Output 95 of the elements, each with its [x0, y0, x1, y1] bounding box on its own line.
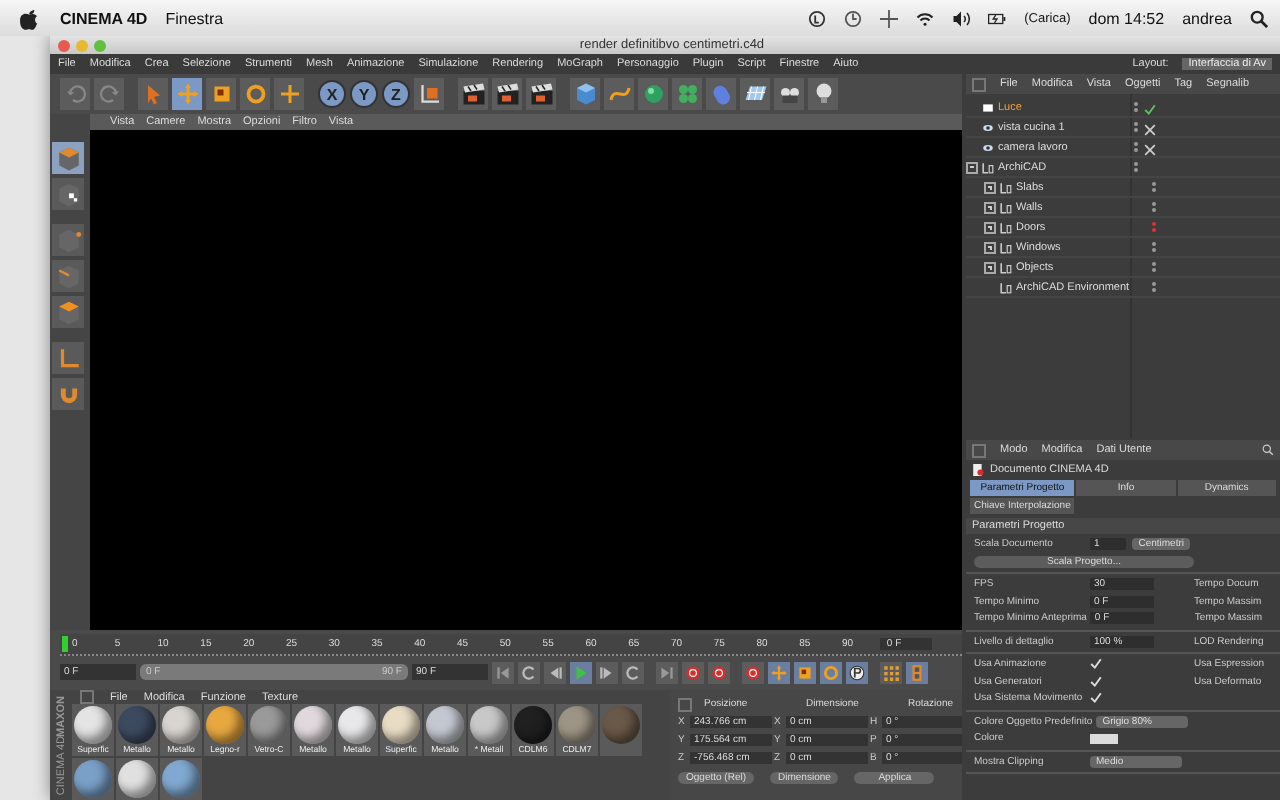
- null-object-icon: [1000, 181, 1012, 193]
- apple-logo-icon[interactable]: [20, 7, 38, 29]
- check-tag-icon[interactable]: [1144, 103, 1156, 115]
- point-cube-icon: [55, 227, 81, 253]
- floor-grid-icon: [743, 82, 767, 106]
- cube-icon: [573, 82, 597, 106]
- app-name-menu[interactable]: CINEMA 4D: [60, 9, 148, 27]
- expand-toggle-icon[interactable]: [984, 181, 996, 193]
- toolbar-button[interactable]: [774, 78, 804, 110]
- record-key-icon: [710, 663, 728, 681]
- status-circle-icon[interactable]: [808, 9, 827, 27]
- null-object-icon: [1000, 281, 1012, 293]
- null-object-icon: [1000, 221, 1012, 233]
- dot-grid-icon: [882, 663, 900, 681]
- clapperboard-icon: [461, 82, 485, 106]
- plus-icon: [277, 82, 301, 106]
- clapperboard-icon: [495, 82, 519, 106]
- menu-item[interactable]: Finestra: [165, 9, 224, 27]
- crosshair-icon[interactable]: [880, 9, 899, 27]
- playback-button[interactable]: [682, 661, 704, 683]
- toolbar-button[interactable]: [458, 78, 488, 110]
- axis-lock-button[interactable]: Z: [382, 80, 410, 108]
- light-object-icon: [982, 101, 994, 113]
- camera-object-icon: [982, 141, 994, 153]
- playback-button[interactable]: [596, 661, 618, 683]
- expand-toggle-icon[interactable]: [984, 241, 996, 253]
- sphere-icon: [641, 82, 665, 106]
- null-object-icon: [1000, 241, 1012, 253]
- clock-icon[interactable]: [844, 9, 863, 27]
- clapperboard-icon: [529, 82, 553, 106]
- playback-button[interactable]: [846, 661, 868, 683]
- step-forward-icon: [598, 663, 616, 681]
- play-icon: [572, 663, 590, 681]
- cross-tag-icon[interactable]: [1144, 143, 1156, 155]
- playback-button[interactable]: [518, 661, 540, 683]
- mode-button[interactable]: [52, 296, 84, 328]
- toolbar-button[interactable]: [492, 78, 522, 110]
- scale-square-icon: [796, 663, 814, 681]
- camera-icon: [777, 82, 801, 106]
- null-object-icon: [1000, 261, 1012, 273]
- expand-toggle-icon[interactable]: [966, 161, 978, 173]
- expand-toggle-icon[interactable]: [984, 201, 996, 213]
- clover-icon: [675, 82, 699, 106]
- toolbar-button[interactable]: [740, 78, 770, 110]
- scale-square-icon: [209, 82, 233, 106]
- coordinate-system-icon: [417, 82, 441, 106]
- user-name[interactable]: andrea: [1182, 9, 1232, 27]
- checkbox[interactable]: [1090, 658, 1102, 671]
- document-icon: [972, 464, 984, 476]
- step-back-icon: [546, 663, 564, 681]
- redo-icon: [97, 82, 121, 106]
- speaker-icon[interactable]: [952, 9, 971, 27]
- playback-button[interactable]: [708, 661, 730, 683]
- move-arrows-icon: [770, 663, 788, 681]
- checkbox[interactable]: [1090, 692, 1102, 705]
- mode-button[interactable]: [52, 178, 84, 210]
- playback-button[interactable]: [742, 661, 764, 683]
- film-strip-icon: [908, 663, 926, 681]
- wifi-icon[interactable]: [916, 9, 935, 27]
- camera-object-icon: [982, 121, 994, 133]
- skip-start-icon: [494, 663, 512, 681]
- material-swatch[interactable]: [600, 704, 642, 756]
- playhead-marker[interactable]: [62, 636, 68, 652]
- close-button[interactable]: [58, 39, 70, 51]
- color-swatch[interactable]: [1090, 733, 1118, 744]
- polygon-cube-icon: [55, 299, 81, 325]
- skip-end-icon: [658, 663, 676, 681]
- rotate-ring-icon: [822, 663, 840, 681]
- battery-icon[interactable]: [988, 9, 1007, 27]
- null-object-icon: [982, 161, 994, 173]
- capsule-icon: [709, 82, 733, 106]
- spline-icon: [607, 82, 631, 106]
- menu-clock[interactable]: dom 14:52: [1088, 9, 1165, 27]
- expand-toggle-icon[interactable]: [984, 261, 996, 273]
- axis-lock-button[interactable]: X: [318, 80, 346, 108]
- search-icon[interactable]: [1250, 9, 1268, 27]
- model-cube-icon: [55, 145, 81, 171]
- record-key-icon: [684, 663, 702, 681]
- playback-button[interactable]: [622, 661, 644, 683]
- null-object-icon: [1000, 201, 1012, 213]
- checkbox[interactable]: [1090, 675, 1102, 688]
- move-arrows-icon: [175, 82, 199, 106]
- toolbar-button[interactable]: [526, 78, 556, 110]
- rotate-ring-icon: [243, 82, 267, 106]
- parameter-p-icon: [848, 663, 866, 681]
- record-key-icon: [744, 663, 762, 681]
- checker-cube-icon: [55, 181, 81, 207]
- undo-icon: [63, 82, 87, 106]
- cross-tag-icon[interactable]: [1144, 123, 1156, 135]
- playback-button[interactable]: [544, 661, 566, 683]
- light-bulb-icon: [811, 82, 835, 106]
- expand-toggle-icon[interactable]: [984, 221, 996, 233]
- axis-corner-icon: [55, 345, 81, 371]
- axis-lock-button[interactable]: Y: [350, 80, 378, 108]
- edge-cube-icon: [55, 263, 81, 289]
